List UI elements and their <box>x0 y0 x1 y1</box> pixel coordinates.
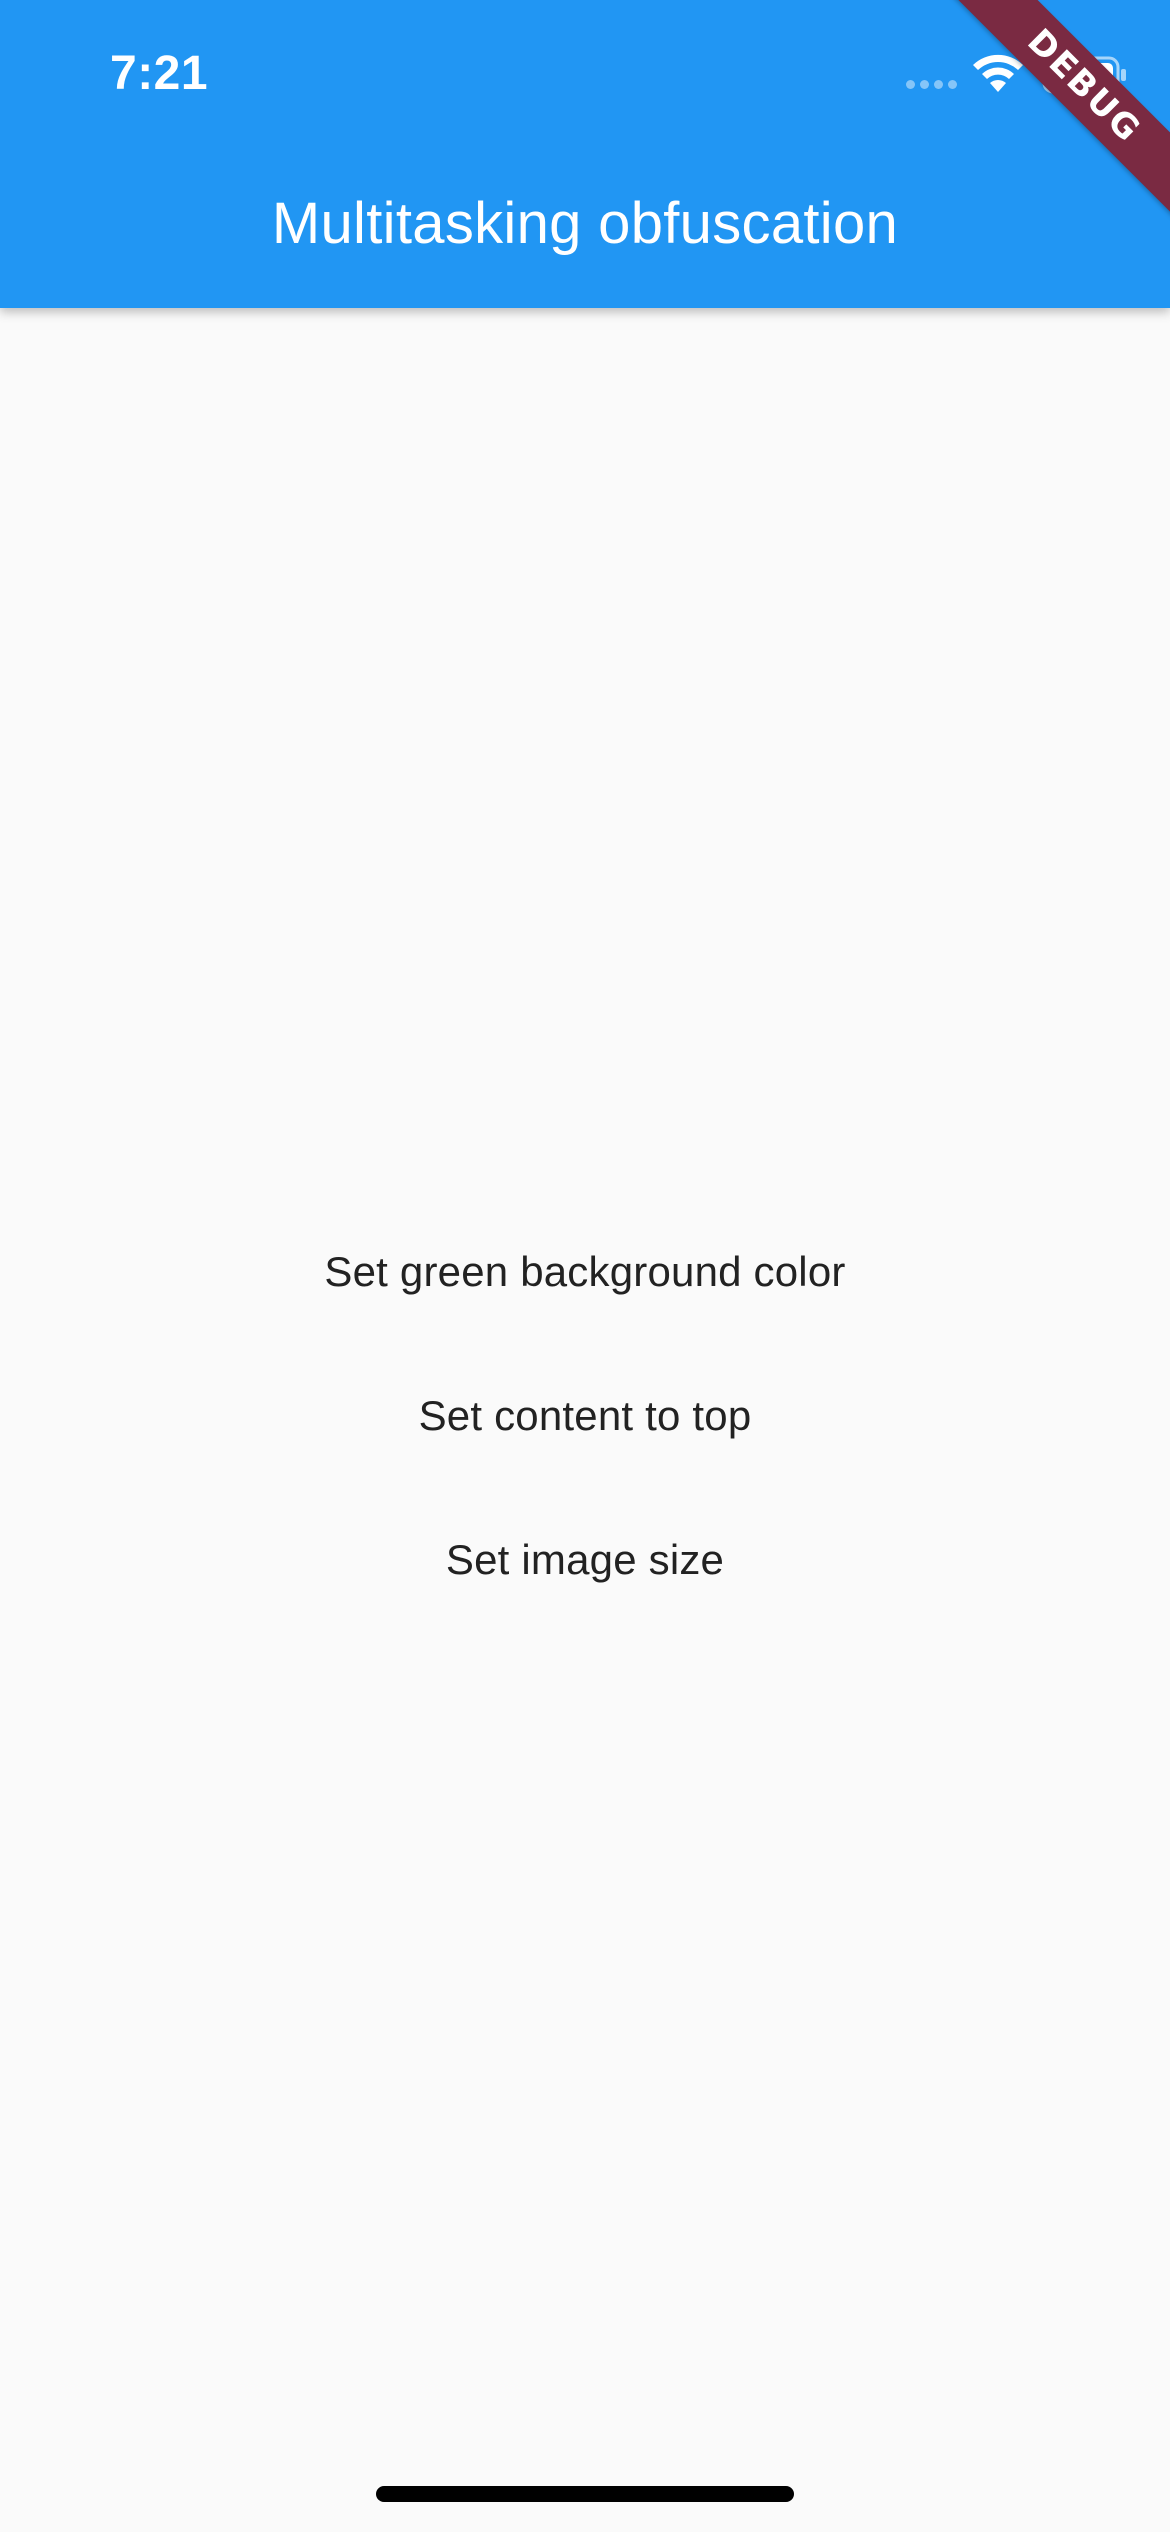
set-image-size-button[interactable]: Set image size <box>406 1488 764 1632</box>
debug-banner-label: DEBUG <box>951 0 1170 219</box>
set-content-to-top-button[interactable]: Set content to top <box>379 1344 792 1488</box>
status-time: 7:21 <box>110 47 209 100</box>
set-green-background-button[interactable]: Set green background color <box>284 1200 885 1344</box>
actions-list: Set green background color Set content t… <box>0 1200 1170 1632</box>
debug-banner: DEBUG <box>940 0 1170 230</box>
home-indicator[interactable] <box>376 2486 794 2502</box>
